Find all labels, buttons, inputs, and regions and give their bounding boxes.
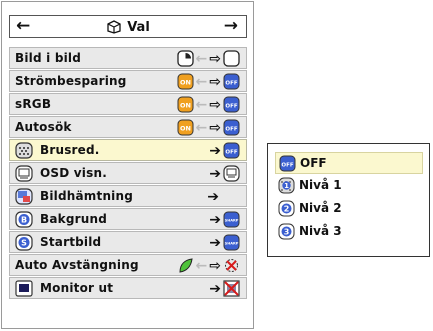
change-indicator: ON ← ⇨ OFF xyxy=(177,119,240,136)
change-indicator: ← ⇨ xyxy=(176,50,240,67)
menu-title: Val xyxy=(10,19,246,35)
b-badge-icon: B xyxy=(15,211,33,228)
sharp-badge-icon: SHARP xyxy=(223,234,240,251)
svg-text:SHARP: SHARP xyxy=(225,219,239,223)
noise-reduction-icon xyxy=(15,142,33,159)
off-badge-icon: OFF xyxy=(223,96,240,113)
svg-text:ON: ON xyxy=(180,79,191,87)
off-badge-icon: OFF xyxy=(223,142,240,159)
monitor-icon xyxy=(15,280,33,297)
image-capture-icon xyxy=(15,188,33,205)
svg-text:ON: ON xyxy=(180,102,191,110)
level-1-icon: 1 xyxy=(278,177,295,194)
blank-square-icon xyxy=(223,50,240,67)
menu-header: ← Val → xyxy=(9,15,247,38)
svg-text:OFF: OFF xyxy=(225,127,237,133)
svg-text:OFF: OFF xyxy=(225,104,237,110)
svg-text:ON: ON xyxy=(180,125,191,133)
svg-text:S: S xyxy=(21,239,27,248)
option-label: Nivå 2 xyxy=(299,201,342,215)
menu-item-monitor-ut[interactable]: Monitor ut ➔ xyxy=(9,277,247,299)
menu-item-label: Bild i bild xyxy=(15,51,82,65)
option-niva-2[interactable]: 2 Nivå 2 xyxy=(275,198,423,220)
osd-value-icon xyxy=(223,165,240,182)
menu-item-label: OSD visn. xyxy=(40,166,107,180)
change-indicator: ➔ xyxy=(209,280,240,297)
right-arrow-icon[interactable]: → xyxy=(224,17,238,36)
off-badge-icon: OFF xyxy=(223,73,240,90)
menu-item-label: Strömbesparing xyxy=(15,74,127,88)
options-menu-panel: ← Val → Bild i bild ← ⇨ Strömbesparing O… xyxy=(1,1,254,329)
change-indicator: ← ⇨ xyxy=(177,257,240,274)
menu-item-label: Bildhämtning xyxy=(40,189,134,203)
menu-item-bakgrund[interactable]: B Bakgrund ➔ SHARP xyxy=(9,208,247,230)
svg-text:OFF: OFF xyxy=(225,150,237,156)
option-label: Nivå 1 xyxy=(299,178,342,192)
menu-item-label: sRGB xyxy=(15,97,52,111)
leaf-icon xyxy=(179,258,193,273)
change-indicator: ON ← ⇨ OFF xyxy=(177,96,240,113)
s-badge-icon: S xyxy=(15,234,33,251)
menu-item-autosok[interactable]: Autosök ON ← ⇨ OFF xyxy=(9,116,247,138)
svg-text:2: 2 xyxy=(284,204,290,213)
svg-text:OFF: OFF xyxy=(281,163,293,169)
level-2-icon: 2 xyxy=(278,200,295,217)
option-niva-1[interactable]: 1 Nivå 1 xyxy=(275,175,423,197)
menu-item-bildhamtning[interactable]: Bildhämtning ➔ xyxy=(9,185,247,207)
svg-text:SHARP: SHARP xyxy=(225,242,239,246)
option-off[interactable]: OFF OFF xyxy=(275,152,423,174)
change-indicator: ➔ xyxy=(209,165,240,182)
option-label: OFF xyxy=(300,156,327,170)
svg-text:B: B xyxy=(21,216,27,225)
change-indicator: ➔ SHARP xyxy=(209,234,240,251)
menu-item-srgb[interactable]: sRGB ON ← ⇨ OFF xyxy=(9,93,247,115)
option-niva-3[interactable]: 3 Nivå 3 xyxy=(275,221,423,243)
crossed-box-icon xyxy=(223,280,240,297)
svg-text:1: 1 xyxy=(284,182,289,190)
svg-text:OFF: OFF xyxy=(225,81,237,87)
menu-item-bild-i-bild[interactable]: Bild i bild ← ⇨ xyxy=(9,47,247,69)
change-indicator: ➔ OFF xyxy=(209,142,240,159)
menu-item-label: Auto Avstängning xyxy=(15,258,139,272)
menu-item-label: Monitor ut xyxy=(40,281,114,295)
off-badge-icon: OFF xyxy=(279,155,296,172)
on-badge-icon: ON xyxy=(177,119,194,136)
change-indicator: ➔ SHARP xyxy=(209,211,240,228)
menu-title-text: Val xyxy=(127,20,150,35)
menu-item-osd-visn[interactable]: OSD visn. ➔ xyxy=(9,162,247,184)
level-3-icon: 3 xyxy=(278,223,295,240)
menu-item-label: Startbild xyxy=(40,235,102,249)
change-indicator: ➔ xyxy=(207,188,219,205)
option-label: Nivå 3 xyxy=(299,224,342,238)
menu-item-brusred[interactable]: Brusred. ➔ OFF xyxy=(9,139,247,161)
menu-item-label: Autosök xyxy=(15,120,72,134)
osd-display-icon xyxy=(15,165,33,182)
half-circle-square-icon xyxy=(176,50,194,67)
menu-item-auto-avstangning[interactable]: Auto Avstängning ← ⇨ xyxy=(9,254,247,276)
menu-item-startbild[interactable]: S Startbild ➔ SHARP xyxy=(9,231,247,253)
on-badge-icon: ON xyxy=(177,96,194,113)
menu-item-label: Bakgrund xyxy=(40,212,108,226)
svg-text:3: 3 xyxy=(284,227,290,236)
sharp-badge-icon: SHARP xyxy=(223,211,240,228)
menu-list: Bild i bild ← ⇨ Strömbesparing ON ← ⇨ OF… xyxy=(9,47,247,300)
off-badge-icon: OFF xyxy=(223,119,240,136)
menu-item-strombesparing[interactable]: Strömbesparing ON ← ⇨ OFF xyxy=(9,70,247,92)
change-indicator: ON ← ⇨ OFF xyxy=(177,73,240,90)
on-badge-icon: ON xyxy=(177,73,194,90)
noise-reduction-options-popup: OFF OFF 1 Nivå 1 2 Nivå 2 3 Nivå 3 xyxy=(267,143,430,257)
options-box-icon xyxy=(107,20,121,34)
timer-cross-icon xyxy=(225,259,238,272)
menu-item-label: Brusred. xyxy=(40,143,100,157)
